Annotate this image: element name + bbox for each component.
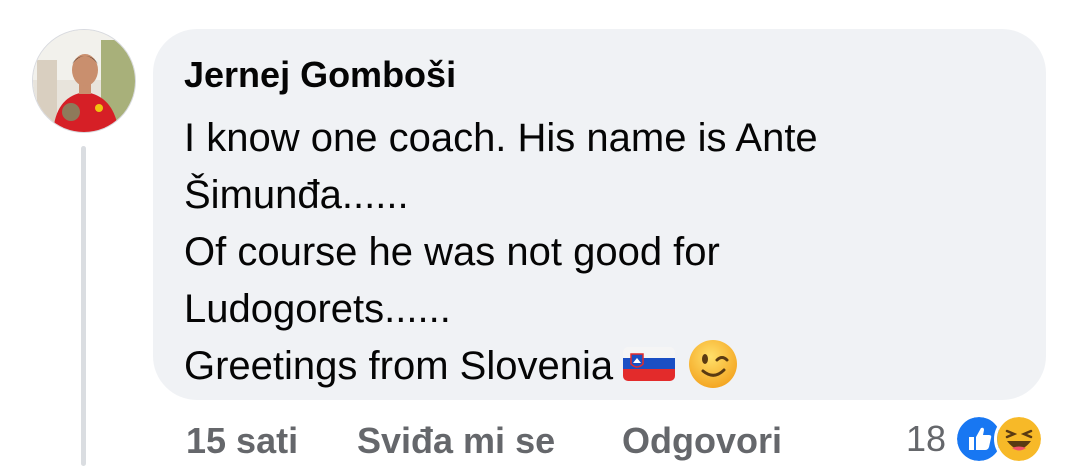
reaction-summary[interactable]: 18 — [906, 414, 1045, 464]
comment-line: Of course he was not good for — [184, 230, 720, 274]
comment-line: Ludogorets...... — [184, 287, 451, 331]
author-avatar[interactable] — [32, 29, 136, 133]
comment-line: Šimunđa...... — [184, 173, 409, 217]
thread-line — [81, 146, 86, 466]
comment-line: I know one coach. His name is Ante — [184, 116, 818, 160]
comment-line: Greetings from Slovenia — [184, 344, 614, 388]
reply-button[interactable]: Odgovori — [622, 420, 782, 462]
slovenia-flag-icon — [623, 347, 676, 382]
like-button[interactable]: Sviđa mi se — [357, 420, 555, 462]
comment-body: I know one coach. His name is Ante Šimun… — [184, 110, 818, 395]
comment-author[interactable]: Jernej Gomboši — [184, 54, 456, 96]
winking-face-icon — [689, 340, 738, 389]
haha-reaction-icon — [994, 414, 1045, 464]
reaction-count: 18 — [906, 418, 947, 459]
comment-timestamp[interactable]: 15 sati — [186, 420, 298, 462]
comment-line-last: Greetings from Slovenia — [184, 338, 818, 395]
